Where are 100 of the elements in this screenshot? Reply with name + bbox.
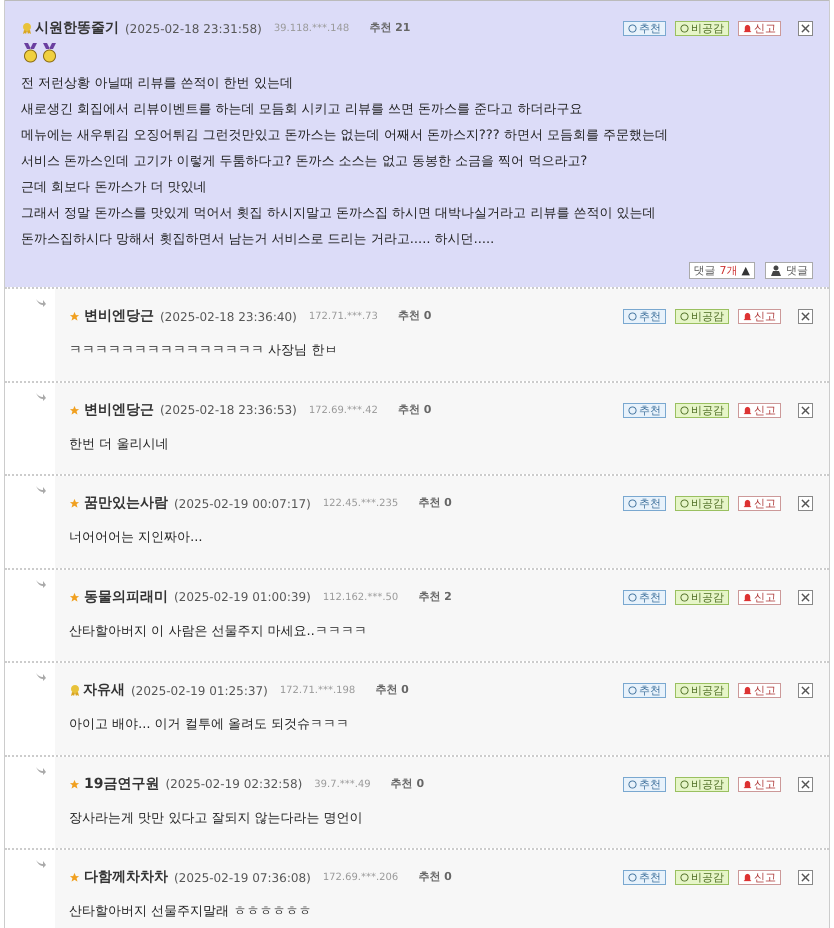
bell-icon [743, 24, 752, 33]
comment-line: 서비스 돈까스인데 고기가 이렇게 두툼하다고? 돈까스 소스는 없고 동봉한 소금을 찍어 먹으라고? [21, 153, 588, 171]
circle-icon [628, 686, 637, 695]
author-name[interactable]: 다함께차차차 [84, 867, 168, 888]
bell-icon [743, 312, 752, 321]
close-button[interactable] [798, 496, 813, 511]
recommend-button[interactable]: 추천 [623, 402, 666, 418]
bell-icon [743, 780, 752, 788]
reply-text: 너어어어는 지인짜아... [69, 529, 204, 547]
reply-text: 산타할아버지 선물주지말래 ㅎㅎㅎㅎㅎㅎ [69, 903, 312, 921]
author-name[interactable]: 동물의피래미 [84, 586, 168, 608]
recommend-count: 추천 0 [418, 495, 452, 512]
bell-icon [743, 592, 752, 602]
reply-text: 장사라는게 맛만 있다고 잘되지 않는다라는 명언이 [69, 810, 364, 828]
reply-button[interactable]: 댓글 [765, 262, 813, 279]
comment-date: (2025-02-18 23:36:40) [160, 308, 297, 326]
close-icon [801, 873, 810, 882]
close-button[interactable] [798, 870, 813, 885]
recommend-button[interactable]: 추천 [623, 496, 666, 511]
ip-address: 172.69.***.206 [322, 871, 398, 885]
comment-date: (2025-02-18 23:36:53) [160, 402, 297, 419]
circle-icon [628, 24, 637, 33]
author-name[interactable]: 변비엔당근 [84, 306, 154, 327]
recommend-count: 추천 0 [418, 869, 452, 886]
author-name[interactable]: 자유새 [83, 680, 125, 701]
recommend-button[interactable]: 추천 [623, 590, 666, 604]
replies-toggle[interactable]: 댓글 7개 ▲ [688, 262, 755, 279]
circle-icon [680, 406, 689, 414]
recommend-button[interactable]: 추천 [623, 309, 666, 324]
recommend-count: 추천 2 [418, 588, 452, 605]
close-button[interactable] [798, 590, 813, 604]
reply-arrow-icon [35, 297, 47, 307]
report-button[interactable]: 신고 [738, 309, 781, 324]
close-icon [801, 406, 810, 414]
disagree-button[interactable]: 비공감 [675, 870, 729, 885]
report-button[interactable]: 신고 [738, 496, 781, 511]
replies-label: 댓글 [694, 263, 716, 278]
report-button[interactable]: 신고 [738, 683, 781, 698]
ip-address: 112.162.***.50 [322, 590, 398, 604]
recommend-button[interactable]: 추천 [623, 870, 666, 885]
disagree-button[interactable]: 비공감 [675, 309, 729, 324]
report-button[interactable]: 신고 [738, 402, 781, 418]
close-button[interactable] [798, 402, 813, 418]
star-icon [69, 778, 80, 790]
disagree-button[interactable]: 비공감 [675, 496, 729, 511]
reply-arrow-icon [35, 671, 47, 681]
close-icon [801, 24, 810, 33]
comment-line: 전 저런상황 아닐때 리뷰를 쓴적이 한번 있는데 [21, 75, 294, 93]
disagree-button[interactable]: 비공감 [675, 590, 729, 604]
recommend-button[interactable]: 추천 [623, 776, 666, 792]
close-button[interactable] [798, 683, 813, 698]
report-button[interactable]: 신고 [738, 776, 781, 792]
comment-date: (2025-02-19 01:25:37) [131, 682, 268, 700]
circle-icon [628, 406, 637, 414]
close-icon [801, 499, 810, 508]
circle-icon [680, 499, 689, 508]
reply-text: ㅋㅋㅋㅋㅋㅋㅋㅋㅋㅋㅋㅋㅋㅋㅋ 사장님 한ㅂ [69, 342, 338, 360]
comment-date: (2025-02-19 07:36:08) [174, 870, 311, 886]
disagree-button[interactable]: 비공감 [675, 776, 729, 792]
close-button[interactable] [798, 776, 813, 792]
reply-text: 산타할아버지 이 사람은 선물주지 마세요..ㅋㅋㅋㅋ [69, 622, 368, 640]
collapse-arrow: ▲ [742, 263, 750, 278]
report-button[interactable]: 신고 [738, 21, 781, 36]
comment-line: 돈까스집하시다 망해서 횟집하면서 남는거 서비스로 드리는 거라고..... 하시던..... [21, 231, 496, 249]
reply-text: 한번 더 울리시네 [69, 436, 170, 454]
close-button[interactable] [798, 309, 813, 324]
medal-icon [69, 684, 81, 697]
recommend-button[interactable]: 추천 [623, 683, 666, 698]
circle-icon [680, 780, 689, 788]
author-name[interactable]: 19금연구원 [84, 774, 160, 794]
ip-address: 172.71.***.198 [280, 684, 356, 698]
medal-icon [21, 22, 33, 35]
circle-icon [680, 592, 689, 602]
close-icon [801, 592, 810, 602]
recommend-button[interactable]: 추천 [623, 21, 666, 36]
disagree-button[interactable]: 비공감 [675, 402, 729, 418]
close-button[interactable] [798, 21, 813, 36]
recommend-count: 추천 0 [398, 402, 432, 418]
comment-line: 근데 회보다 돈까스가 더 맛있네 [21, 179, 208, 197]
circle-icon [680, 686, 689, 695]
close-icon [801, 780, 810, 788]
disagree-button[interactable]: 비공감 [675, 21, 729, 36]
person-icon [770, 265, 782, 276]
star-icon [69, 404, 80, 416]
author-name[interactable]: 시원한똥줄기 [35, 18, 119, 39]
star-icon [69, 592, 80, 602]
report-button[interactable]: 신고 [738, 590, 781, 604]
disagree-button[interactable]: 비공감 [675, 683, 729, 698]
star-icon [69, 872, 80, 883]
report-button[interactable]: 신고 [738, 870, 781, 885]
author-name[interactable]: 변비엔당근 [84, 400, 154, 420]
ip-address: 39.118.***.148 [274, 22, 350, 36]
author-name[interactable]: 꿈만있는사람 [84, 493, 168, 514]
recommend-count: 추천 0 [375, 682, 409, 698]
comment-line: 메뉴에는 새우튀김 오징어튀김 그런것만있고 돈까스는 없는데 어째서 돈까스지??? 하면서 모듬회를 주문했는데 [21, 127, 670, 145]
comment-date: (2025-02-19 01:00:39) [174, 589, 311, 606]
circle-icon [680, 24, 689, 33]
circle-icon [628, 499, 637, 508]
circle-icon [680, 312, 689, 321]
bell-icon [743, 686, 752, 695]
